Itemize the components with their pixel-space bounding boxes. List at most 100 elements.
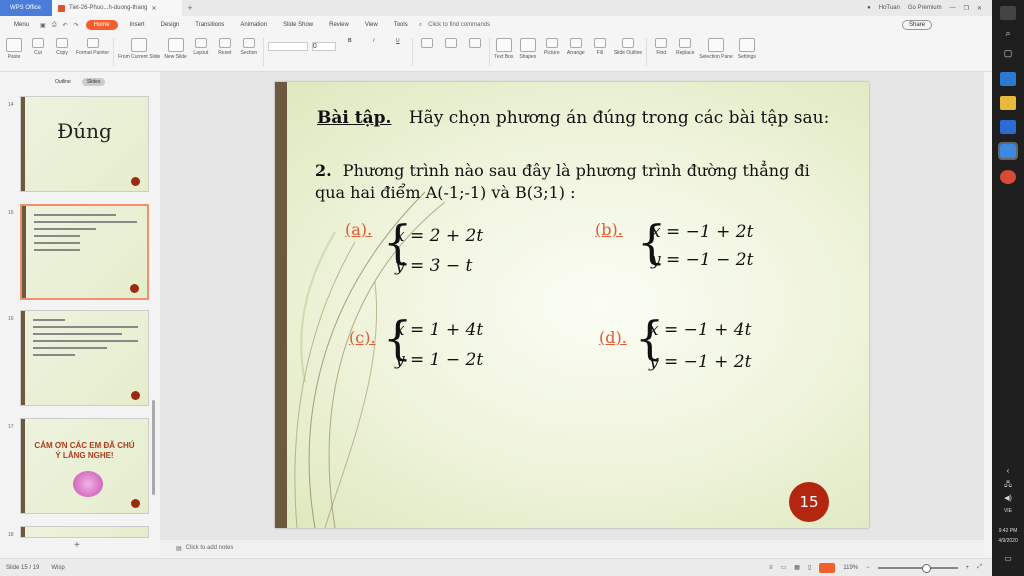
wps-taskbar-icon[interactable]: [998, 142, 1018, 160]
maximize-icon[interactable]: ❐: [964, 5, 969, 12]
network-icon[interactable]: 🖧: [992, 480, 1024, 491]
arrange-button[interactable]: Arrange: [566, 38, 586, 56]
reset-button[interactable]: Reset: [215, 38, 235, 56]
divider: [646, 38, 648, 66]
layout-icon: [194, 38, 207, 48]
font-name-field[interactable]: [267, 42, 308, 51]
slide-thumbnail-18[interactable]: [20, 526, 149, 538]
notes-toggle-icon[interactable]: ≡: [769, 565, 773, 571]
tab-outline[interactable]: Outline: [50, 78, 76, 86]
tab-slides[interactable]: Slides: [81, 78, 106, 86]
document-tab[interactable]: Tiet-26-Phuo...h-duong-thang ✕: [52, 0, 182, 16]
clock-date[interactable]: 4/9/2020: [992, 538, 1024, 544]
tab-home[interactable]: Home: [85, 20, 118, 30]
copy-icon: [56, 38, 68, 48]
format-painter-button[interactable]: Format Painter: [76, 38, 109, 56]
main-menu-button[interactable]: Menu: [6, 22, 37, 28]
bullets-button[interactable]: [417, 38, 437, 50]
tab-review[interactable]: Review: [321, 22, 357, 28]
store-icon[interactable]: [1000, 120, 1016, 134]
notification-icon[interactable]: ▭: [992, 554, 1024, 563]
slide-thumbnail-14[interactable]: Đúng: [20, 96, 149, 192]
user-name[interactable]: HoTuan: [879, 5, 900, 11]
minimize-icon[interactable]: —: [950, 5, 956, 11]
from-current-slide-button[interactable]: From Current Slide: [118, 38, 160, 60]
user-avatar[interactable]: ●: [867, 5, 871, 11]
zoom-slider[interactable]: [877, 563, 958, 573]
picture-button[interactable]: Picture: [542, 38, 562, 56]
undo-icon[interactable]: ↶: [60, 22, 71, 29]
add-slide-button[interactable]: +: [74, 540, 80, 551]
replace-button[interactable]: Replace: [675, 38, 695, 56]
notes-placeholder: Click to add notes: [185, 545, 234, 551]
tab-transitions[interactable]: Transitions: [187, 22, 232, 28]
tab-tools[interactable]: Tools: [386, 22, 416, 28]
redo-icon[interactable]: ↷: [71, 22, 82, 29]
align-button[interactable]: [465, 38, 485, 50]
slide-thumbnail-15[interactable]: [20, 204, 149, 300]
bold-button[interactable]: B: [340, 38, 360, 44]
chevron-up-icon[interactable]: ‹: [992, 466, 1024, 475]
tab-slide-show[interactable]: Slide Show: [275, 22, 321, 28]
thumbnail-scrollbar[interactable]: [152, 400, 155, 495]
new-tab-button[interactable]: +: [182, 3, 198, 13]
wps-office-tab[interactable]: WPS Office: [0, 0, 52, 16]
current-slide[interactable]: Bài tập. Hãy chọn phương án đúng trong c…: [275, 82, 869, 528]
slide-sorter-icon[interactable]: ▦: [794, 564, 800, 571]
tab-design[interactable]: Design: [153, 22, 188, 28]
file-explorer-icon[interactable]: [1000, 96, 1016, 110]
new-slide-button[interactable]: New Slide: [164, 38, 187, 60]
tab-animation[interactable]: Animation: [232, 22, 275, 28]
command-search[interactable]: Click to find commands: [425, 22, 493, 28]
section-button[interactable]: Section: [239, 38, 259, 56]
edge-browser-icon[interactable]: [1000, 72, 1016, 86]
divider: [262, 38, 264, 66]
numbering-button[interactable]: [441, 38, 461, 50]
copy-button[interactable]: Copy: [52, 38, 72, 56]
zoom-level[interactable]: 119%: [843, 565, 858, 571]
tab-insert[interactable]: Insert: [122, 22, 153, 28]
zoom-out-icon[interactable]: −: [866, 565, 870, 571]
paste-button[interactable]: Paste: [4, 38, 24, 60]
arrange-label: Arrange: [566, 50, 585, 56]
textbox-button[interactable]: Text Box: [494, 38, 514, 60]
cut-button[interactable]: Cut: [28, 38, 48, 56]
reading-view-icon[interactable]: ▯: [808, 564, 811, 571]
tab-view[interactable]: View: [357, 22, 386, 28]
premium-link[interactable]: Go Premium: [908, 5, 942, 11]
windows-start-icon[interactable]: [1000, 6, 1016, 20]
fill-button[interactable]: Fill: [590, 38, 610, 56]
task-view-icon[interactable]: ▢: [992, 48, 1024, 59]
close-icon[interactable]: ✕: [152, 5, 157, 12]
settings-button[interactable]: Settings: [737, 38, 757, 60]
share-button[interactable]: Share: [901, 20, 932, 30]
find-button[interactable]: Find: [651, 38, 671, 56]
italic-button[interactable]: I: [364, 38, 384, 44]
notes-icon: ▤: [176, 545, 182, 552]
selection-pane-button[interactable]: Selection Pane: [699, 38, 733, 60]
language-indicator[interactable]: VIE: [992, 508, 1024, 514]
zoom-in-icon[interactable]: +: [966, 565, 970, 571]
volume-icon[interactable]: ◀): [992, 494, 1024, 502]
chrome-icon[interactable]: [1000, 170, 1016, 184]
normal-view-icon[interactable]: ▭: [781, 564, 787, 571]
layout-button[interactable]: Layout: [191, 38, 211, 56]
thumb-page-dot: [131, 177, 140, 186]
fit-window-icon[interactable]: ⤢: [977, 564, 982, 571]
print-icon[interactable]: ⎙: [49, 22, 60, 29]
search-icon[interactable]: ⌕: [992, 28, 1024, 39]
question-body: Phương trình nào sau đây là phương trình…: [315, 161, 810, 202]
slide-outline-button[interactable]: Slide Outline: [614, 38, 642, 56]
underline-button[interactable]: U: [388, 38, 408, 44]
equation-y: y = −1 − 2t: [651, 250, 754, 270]
clock-time[interactable]: 9:42 PM: [992, 528, 1024, 534]
find-icon: [655, 38, 668, 48]
close-window-icon[interactable]: ✕: [977, 5, 982, 12]
slideshow-play-button[interactable]: [819, 562, 836, 573]
font-size-field[interactable]: 0: [311, 42, 336, 51]
slide-thumbnail-16[interactable]: [20, 310, 149, 406]
slide-thumbnail-17[interactable]: CẢM ƠN CÁC EM ĐÃ CHÚ Ý LẮNG NGHE!: [20, 418, 149, 514]
notes-pane[interactable]: ▤ Click to add notes: [160, 540, 984, 556]
shapes-button[interactable]: Shapes: [518, 38, 538, 60]
save-icon[interactable]: ▣: [37, 22, 49, 29]
